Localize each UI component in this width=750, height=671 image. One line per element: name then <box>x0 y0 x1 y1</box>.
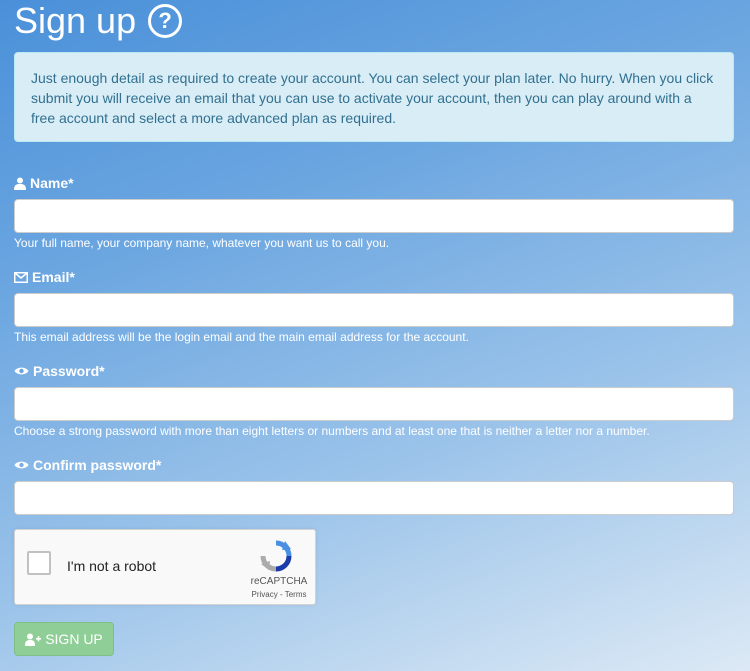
email-input[interactable] <box>14 293 734 327</box>
envelope-icon <box>14 271 28 283</box>
password-label-text: Password* <box>33 363 105 379</box>
password-help-text: Choose a strong password with more than … <box>14 424 650 438</box>
recaptcha-widget: I'm not a robot reCAPTCHA Privacy - Term… <box>14 529 316 605</box>
password-label: Password* <box>14 363 105 379</box>
user-icon <box>14 177 26 190</box>
page-title-text: Sign up <box>14 0 137 41</box>
confirm-password-label-text: Confirm password* <box>33 457 162 473</box>
confirm-password-label: Confirm password* <box>14 457 161 473</box>
info-alert: Just enough detail as required to create… <box>14 52 734 142</box>
name-help-text: Your full name, your company name, whate… <box>14 236 390 250</box>
recaptcha-terms-link[interactable]: Privacy - Terms <box>249 590 309 599</box>
question-circle-icon[interactable]: ? <box>148 4 183 38</box>
eye-icon <box>14 460 29 470</box>
name-label: Name* <box>14 175 74 191</box>
page-title: Sign up ? <box>14 0 183 42</box>
name-label-text: Name* <box>30 175 74 191</box>
recaptcha-logo-icon <box>259 539 293 573</box>
email-help-text: This email address will be the login ema… <box>14 330 469 344</box>
user-plus-icon <box>25 633 42 646</box>
password-input[interactable] <box>14 387 734 421</box>
recaptcha-label: I'm not a robot <box>67 558 157 574</box>
email-label: Email* <box>14 269 75 285</box>
confirm-password-input[interactable] <box>14 481 734 515</box>
sign-up-button[interactable]: SIGN UP <box>14 622 114 656</box>
sign-up-button-label: SIGN UP <box>45 631 103 647</box>
recaptcha-brand: reCAPTCHA <box>250 576 308 587</box>
recaptcha-checkbox[interactable] <box>27 551 51 575</box>
email-label-text: Email* <box>32 269 75 285</box>
eye-icon <box>14 366 29 376</box>
name-input[interactable] <box>14 199 734 233</box>
